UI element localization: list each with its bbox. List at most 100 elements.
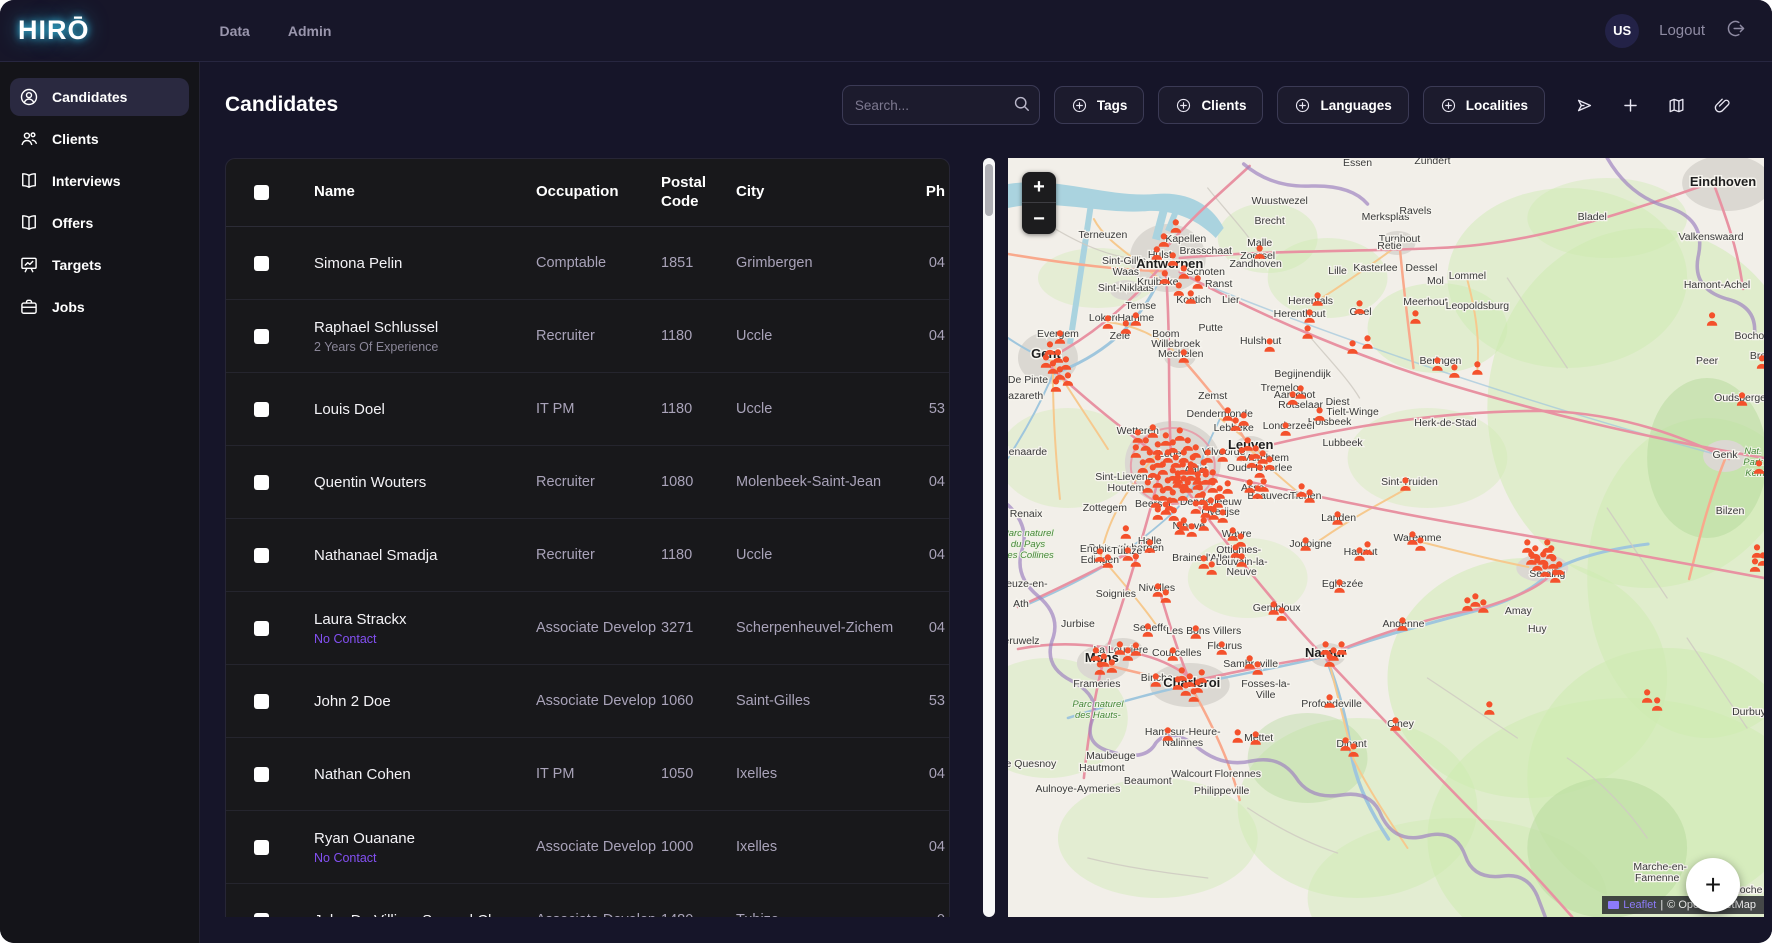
table-row[interactable]: Simona Pelin Comptable 1851 Grimbergen 04	[226, 227, 949, 300]
table-row[interactable]: Nathanael Smadja Recruiter 1180 Uccle 04	[226, 519, 949, 592]
map-label: Walcourt	[1171, 769, 1212, 780]
table-row[interactable]: Louis Doel IT PM 1180 Uccle 53	[226, 373, 949, 446]
attachment-icon[interactable]	[1713, 96, 1732, 115]
table-header-row: Name Occupation Postal Code City Ph	[226, 159, 949, 227]
map-label: Ham-sur-Heure-	[1145, 727, 1221, 738]
row-checkbox[interactable]	[254, 693, 269, 709]
map-label: Sint-Truiden	[1381, 477, 1438, 488]
row-checkbox[interactable]	[254, 328, 269, 344]
map-label: Bilzen	[1716, 506, 1745, 517]
plus-circle-icon	[1294, 97, 1311, 114]
map-label: Frameries	[1073, 679, 1120, 690]
filter-button-clients[interactable]: Clients	[1158, 86, 1264, 124]
table-scrollbar[interactable]	[983, 158, 995, 917]
map-label: Hamont-Achel	[1684, 280, 1750, 291]
row-checkbox[interactable]	[254, 912, 269, 917]
map-label: Zundert	[1414, 158, 1450, 167]
row-checkbox[interactable]	[254, 255, 269, 271]
filter-button-label: Clients	[1201, 97, 1247, 113]
logout-icon[interactable]	[1725, 18, 1746, 44]
nav-link-admin[interactable]: Admin	[288, 23, 332, 39]
sidebar-item-jobs[interactable]: Jobs	[10, 288, 189, 326]
candidate-city: Uccle	[736, 401, 773, 417]
map-label: Bladel	[1578, 212, 1607, 223]
map-label: Essen	[1343, 158, 1372, 169]
candidate-phone: 04	[928, 547, 945, 563]
map-label: Aulnoye-Aymeries	[1035, 784, 1120, 795]
row-checkbox[interactable]	[254, 401, 269, 417]
sidebar-item-label: Targets	[52, 257, 102, 273]
map-label: des Collines	[1008, 550, 1054, 561]
candidate-phone: 04	[928, 474, 945, 490]
zoom-in-button[interactable]: +	[1022, 172, 1056, 203]
map-label: Hautmont	[1079, 763, 1125, 774]
nav-link-data[interactable]: Data	[220, 23, 250, 39]
candidate-postal-code: 1060	[661, 693, 694, 709]
candidate-name: Laura Strackx No Contact	[314, 611, 536, 646]
filter-button-tags[interactable]: Tags	[1053, 86, 1145, 124]
candidate-occupation: Associate Develop	[536, 620, 657, 636]
sidebar-item-targets[interactable]: Targets	[10, 246, 189, 284]
candidate-postal-code: 1851	[661, 255, 694, 271]
table-row[interactable]: John De Villiers Second ChAssociate Deve…	[226, 884, 949, 917]
row-checkbox[interactable]	[254, 839, 269, 855]
row-checkbox[interactable]	[254, 547, 269, 563]
map-label: Houtem	[1107, 483, 1144, 494]
row-checkbox[interactable]	[254, 620, 269, 636]
send-icon[interactable]	[1575, 96, 1594, 115]
map-label: Neuve	[1227, 567, 1257, 578]
user-avatar[interactable]: US	[1605, 13, 1640, 48]
candidate-name: Nathan Cohen	[314, 765, 411, 783]
leaflet-link[interactable]: Leaflet	[1623, 899, 1656, 911]
sidebar-item-interviews[interactable]: Interviews	[10, 162, 189, 200]
candidate-occupation: IT PM	[536, 401, 575, 417]
map-label: Seneffe	[1133, 623, 1169, 634]
add-icon[interactable]	[1621, 96, 1640, 115]
table-row[interactable]: Raphael Schlussel 2 Years Of Experience Re…	[226, 300, 949, 373]
map-label: Tielt-Winge	[1326, 407, 1379, 418]
map-label: Nazareth	[1008, 391, 1043, 402]
select-all-checkbox[interactable]	[254, 185, 269, 200]
map-label: Famenne	[1635, 873, 1679, 884]
candidate-occupation: Recruiter	[536, 547, 595, 563]
search-input[interactable]	[841, 85, 1040, 125]
table-row[interactable]: Ryan Ouanane No Contact Associate Develop 1…	[226, 811, 949, 884]
map-label: Florennes	[1214, 769, 1261, 780]
table-row[interactable]: Quentin Wouters Recruiter 1080 Molenbeek-Sa…	[226, 446, 949, 519]
map-label: Eindhoven	[1690, 174, 1756, 189]
plus-circle-icon	[1440, 97, 1457, 114]
add-candidate-fab[interactable]: +	[1686, 858, 1740, 912]
candidate-phone: 0	[937, 912, 949, 917]
table-row[interactable]: John 2 Doe Associate Develop 1060 Saint-Gil…	[226, 665, 949, 738]
sidebar-item-offers[interactable]: Offers	[10, 204, 189, 242]
filter-button-localities[interactable]: Localities	[1422, 86, 1545, 124]
table-row[interactable]: Laura Strackx No Contact Associate Develop…	[226, 592, 949, 665]
header-controls: Tags Clients Languages Localities	[841, 85, 1732, 125]
row-checkbox[interactable]	[254, 766, 269, 782]
candidate-phone: 53	[928, 401, 945, 417]
zoom-out-button[interactable]: −	[1022, 203, 1056, 234]
candidate-phone: 04	[928, 839, 945, 855]
map[interactable]: Essen Zundert Eindhoven Wuustwezel Brecht Mer…	[1008, 158, 1764, 917]
table-row[interactable]: Nathan Cohen IT PM 1050 Ixelles 04	[226, 738, 949, 811]
map-label: Durbuy	[1732, 707, 1764, 718]
sidebar-item-clients[interactable]: Clients	[10, 120, 189, 158]
candidate-postal-code: 1050	[661, 766, 694, 782]
book-open-icon	[19, 213, 39, 233]
map-label: Lier	[1222, 295, 1240, 306]
filter-button-languages[interactable]: Languages	[1277, 86, 1409, 124]
map-label: Ranst	[1205, 279, 1232, 290]
map-label: Hulshout	[1240, 336, 1281, 347]
map-label: Zemst	[1198, 391, 1227, 402]
map-label: Temse	[1125, 301, 1156, 312]
row-checkbox[interactable]	[254, 474, 269, 490]
scrollbar-thumb[interactable]	[985, 164, 993, 216]
sidebar-item-candidates[interactable]: Candidates	[10, 78, 189, 116]
candidate-postal-code: 1480	[661, 912, 736, 917]
map-canvas: Essen ZundertEindhovenWuustwezelBrecht Mer…	[1008, 158, 1764, 917]
map-icon[interactable]	[1667, 96, 1686, 115]
filter-button-label: Languages	[1320, 97, 1392, 113]
logout-button[interactable]: Logout	[1659, 22, 1705, 39]
map-label: du Pays	[1011, 539, 1046, 550]
candidate-postal-code: 1080	[661, 474, 694, 490]
